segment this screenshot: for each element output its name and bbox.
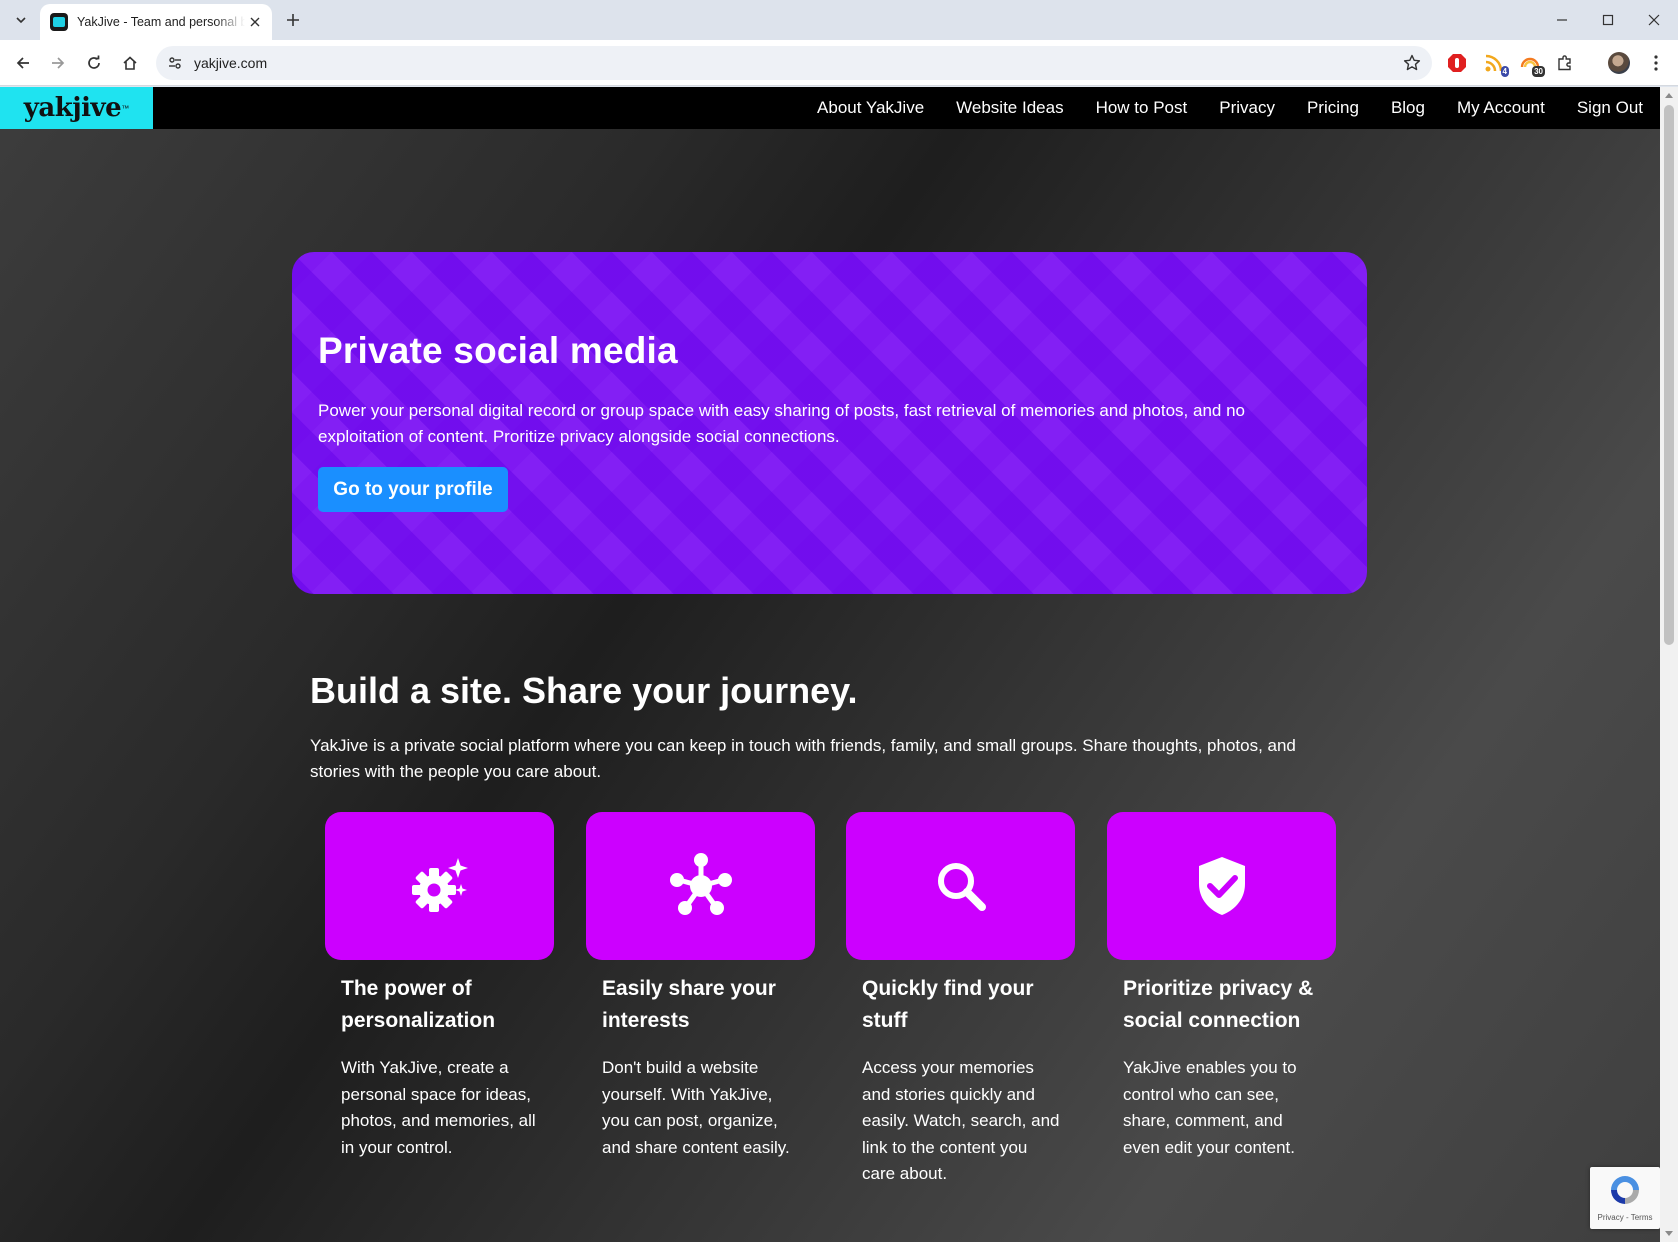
extension-badge: 30	[1532, 66, 1545, 77]
url-text[interactable]: yakjive.com	[194, 55, 267, 71]
recaptcha-badge[interactable]: Privacy - Terms	[1590, 1167, 1660, 1229]
extension-badge: 4	[1500, 66, 1509, 77]
reload-icon	[88, 55, 100, 69]
browser-toolbar: yakjive.com 4 30	[0, 40, 1678, 86]
nav-about[interactable]: About YakJive	[817, 98, 924, 118]
feature-text: Don't build a website yourself. With Yak…	[602, 1058, 790, 1157]
bookmark-button[interactable]	[1402, 53, 1422, 73]
nav-blog[interactable]: Blog	[1391, 98, 1425, 118]
nav-website-ideas[interactable]: Website Ideas	[956, 98, 1063, 118]
nav-pricing[interactable]: Pricing	[1307, 98, 1359, 118]
site-info-button[interactable]	[166, 54, 184, 72]
arrow-left-icon	[16, 57, 29, 69]
logo-trademark: ™	[121, 103, 130, 113]
address-bar[interactable]: yakjive.com	[156, 46, 1432, 80]
plus-icon	[287, 14, 299, 26]
home-button[interactable]	[118, 51, 142, 75]
minimize-icon	[1557, 19, 1567, 21]
forward-button[interactable]	[46, 51, 70, 75]
tab-strip: YakJive - Team and personal blo	[0, 0, 1678, 40]
back-button[interactable]	[11, 51, 35, 75]
feature-tile	[325, 812, 554, 960]
feature-tile	[846, 812, 1075, 960]
feature-tile	[1107, 812, 1336, 960]
home-icon	[123, 56, 137, 70]
star-icon	[1403, 54, 1421, 71]
scroll-up-arrow-icon[interactable]	[1665, 93, 1673, 98]
scroll-thumb[interactable]	[1664, 105, 1674, 645]
tab-close-button[interactable]	[246, 13, 264, 31]
scroll-down-arrow-icon[interactable]	[1665, 1231, 1673, 1236]
network-icon	[669, 853, 732, 915]
logo-text: yakjive	[23, 93, 122, 123]
maximize-icon	[1602, 14, 1614, 26]
close-window-button[interactable]	[1642, 8, 1666, 32]
new-tab-button[interactable]	[282, 9, 304, 31]
section-description: YakJive is a private social platform whe…	[310, 736, 1296, 781]
feature-card-share: Easily share your interests Don't build …	[586, 812, 815, 1161]
feature-title: The power of personalization	[341, 977, 496, 1032]
feature-title: Prioritize privacy & social connection	[1123, 977, 1314, 1032]
chevron-down-icon	[16, 17, 26, 24]
extension-rainbow[interactable]: 30	[1518, 51, 1545, 77]
tune-icon	[169, 57, 181, 69]
feature-tile	[586, 812, 815, 960]
reload-button[interactable]	[82, 51, 106, 75]
extensions-menu-button[interactable]	[1553, 51, 1577, 75]
feature-text: Access your memories and stories quickly…	[862, 1058, 1060, 1183]
recaptcha-icon	[1611, 1176, 1639, 1204]
section-title: Build a site. Share your journey.	[310, 670, 858, 711]
feature-title: Quickly find your stuff	[862, 977, 1034, 1032]
search-icon	[937, 863, 986, 911]
feature-card-personalization: The power of personalization With YakJiv…	[325, 812, 554, 1161]
tab-title: YakJive - Team and personal blo	[77, 15, 245, 29]
nav-sign-out[interactable]: Sign Out	[1577, 98, 1643, 118]
tab-search-button[interactable]	[10, 9, 32, 31]
page-viewport: yakjive ™ About YakJive Website Ideas How…	[0, 87, 1660, 1242]
site-navbar: yakjive ™ About YakJive Website Ideas How…	[0, 87, 1660, 129]
page-scrollbar[interactable]	[1660, 87, 1678, 1242]
ad-blocker-icon	[1448, 54, 1466, 72]
more-vertical-icon	[1654, 55, 1658, 71]
feature-text: YakJive enables you to control who can s…	[1123, 1058, 1297, 1157]
feature-card-privacy: Prioritize privacy & social connection Y…	[1107, 812, 1336, 1161]
extension-feed[interactable]: 4	[1482, 51, 1509, 77]
close-icon	[250, 17, 260, 27]
nav-links: About YakJive Website Ideas How to Post …	[817, 87, 1643, 129]
hero-banner: Private social media Power your personal…	[292, 252, 1367, 594]
nav-my-account[interactable]: My Account	[1457, 98, 1545, 118]
minimize-button[interactable]	[1550, 8, 1574, 32]
feature-title: Easily share your interests	[602, 977, 776, 1032]
feature-text: With YakJive, create a personal space fo…	[341, 1058, 536, 1157]
extension-adblock[interactable]	[1445, 51, 1469, 75]
maximize-button[interactable]	[1596, 8, 1620, 32]
browser-menu-button[interactable]	[1644, 51, 1668, 75]
arrow-right-icon	[52, 57, 65, 69]
yakjive-favicon-icon	[50, 13, 68, 31]
nav-how-to-post[interactable]: How to Post	[1096, 98, 1188, 118]
go-to-profile-button[interactable]: Go to your profile	[318, 467, 508, 512]
profile-avatar[interactable]	[1608, 52, 1630, 74]
shield-check-icon	[1198, 857, 1245, 915]
hero-description: Power your personal digital record or gr…	[318, 401, 1245, 446]
close-icon	[1648, 14, 1660, 26]
hero-title: Private social media	[318, 330, 678, 371]
feature-card-find: Quickly find your stuff Access your memo…	[846, 812, 1075, 1188]
puzzle-icon	[1558, 55, 1571, 71]
site-logo[interactable]: yakjive ™	[0, 87, 153, 129]
recaptcha-links[interactable]: Privacy - Terms	[1590, 1213, 1660, 1222]
gear-sparkle-icon	[411, 858, 468, 912]
nav-privacy[interactable]: Privacy	[1219, 98, 1275, 118]
browser-tab-active[interactable]: YakJive - Team and personal blo	[40, 4, 272, 40]
